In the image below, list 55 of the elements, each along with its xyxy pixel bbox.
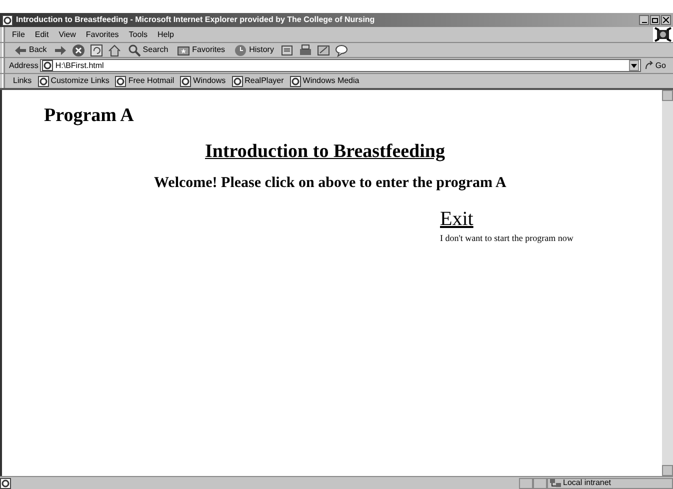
menu-item[interactable]: Tools [124, 28, 152, 40]
exit-note: I don't want to start the program now [440, 232, 574, 245]
menu-item[interactable]: Favorites [80, 28, 124, 40]
address-label: Address [8, 60, 40, 72]
go-button[interactable]: Go [641, 60, 670, 72]
dropdown-button[interactable] [629, 60, 640, 71]
link-item[interactable]: Windows [180, 75, 226, 87]
menu-item[interactable]: Edit [30, 28, 54, 40]
welcome-text: Welcome! Please click on above to enter the program A [154, 174, 506, 193]
toolbar-button[interactable]: Favorites [175, 44, 228, 56]
zone-label: Local intranet [563, 477, 612, 489]
menu-item[interactable]: View [54, 28, 81, 40]
toolbar-button[interactable]: History [232, 44, 276, 56]
intro-link[interactable]: Introduction to Breastfeeding [205, 138, 445, 166]
menu-item[interactable]: Help [152, 28, 179, 40]
page-icon [2, 14, 13, 26]
page-icon [42, 60, 54, 71]
page-heading: Program A [44, 104, 134, 128]
toolbar-button[interactable]: Search [126, 44, 170, 56]
speech-bubble-icon[interactable] [334, 44, 348, 56]
home-icon[interactable] [108, 44, 121, 56]
maximize-button[interactable] [650, 15, 660, 25]
link-item[interactable]: Free Hotmail [115, 75, 174, 87]
menu-item[interactable]: File [7, 28, 30, 40]
page-icon [115, 76, 126, 86]
edit-icon[interactable] [316, 44, 330, 56]
link-item[interactable]: RealPlayer [232, 75, 284, 87]
network-icon [550, 478, 561, 488]
page-icon [232, 76, 243, 86]
exit-link[interactable]: Exit [440, 204, 474, 234]
address-field[interactable]: H:\BFirst.html [40, 59, 642, 72]
folder-icon[interactable] [177, 44, 190, 56]
link-item[interactable]: Customize Links [38, 75, 110, 87]
go-arrow-icon [645, 61, 654, 70]
window-title: Introduction to Breastfeeding - Microsoft Internet Explorer provided by The College of Nursing [16, 14, 375, 26]
scrollbar[interactable] [662, 90, 673, 476]
link-item[interactable]: Windows Media [290, 75, 360, 87]
close-button[interactable] [661, 15, 671, 25]
links-label: Links [13, 75, 32, 87]
mail-icon[interactable] [280, 44, 294, 56]
page-icon [290, 76, 301, 86]
forward-arrow-icon[interactable] [54, 44, 67, 56]
caret-icon [631, 64, 638, 68]
windows-logo-icon [653, 27, 673, 42]
page-icon [38, 76, 49, 86]
printer-icon[interactable] [298, 44, 312, 56]
search-icon[interactable] [128, 44, 141, 56]
stop-icon[interactable] [72, 44, 85, 56]
page-icon [180, 76, 192, 86]
refresh-icon[interactable] [90, 44, 103, 56]
page-icon [0, 478, 11, 488]
back-arrow-icon[interactable] [14, 44, 27, 56]
minimize-button[interactable] [639, 15, 649, 25]
toolbar-button[interactable]: Back [12, 44, 49, 56]
history-icon[interactable] [234, 44, 248, 56]
